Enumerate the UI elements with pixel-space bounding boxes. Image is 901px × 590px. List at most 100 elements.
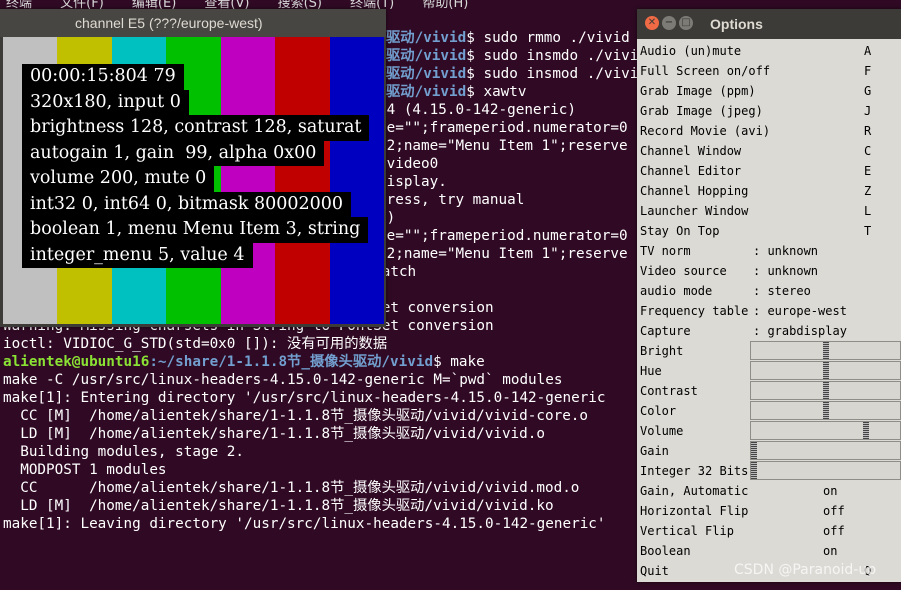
slider-thumb[interactable]: [823, 382, 829, 399]
menu-item[interactable]: Channel Editor E: [637, 161, 901, 181]
osd-line: brightness 128, contrast 128, saturat: [22, 115, 370, 141]
toggle-item[interactable]: Horizontal Flip off: [637, 501, 901, 521]
slider-row: Gain: [637, 441, 901, 461]
menu-item-label: Launcher Window: [640, 204, 749, 218]
shortcut-key: E: [864, 164, 872, 178]
slider-thumb[interactable]: [863, 422, 869, 439]
slider-label: Contrast: [640, 384, 698, 398]
command-text: $ sudo insmdo ./vivi: [466, 48, 639, 64]
slider-track[interactable]: [750, 401, 901, 420]
slider-thumb[interactable]: [823, 362, 829, 379]
slider-track[interactable]: [750, 421, 901, 440]
toggle-label: Boolean: [640, 544, 691, 558]
slider-track[interactable]: [750, 461, 901, 480]
prompt-path: 驱动/vivid: [386, 48, 467, 64]
terminal-line: LD [M] /home/alientek/share/1-1.1.8节_摄像头…: [3, 497, 554, 515]
options-titlebar[interactable]: ✕ − □ Options: [637, 9, 901, 39]
slider-thumb[interactable]: [751, 462, 757, 479]
osd-line: integer_menu 5, value 4: [22, 242, 253, 268]
terminal-line: make[1]: Leaving directory '/usr/src/lin…: [3, 515, 606, 533]
output-text: LD [M] /home/alientek/share/1-1.1.8节_摄像头…: [3, 426, 545, 442]
menu-item-label: Channel Hopping: [640, 184, 749, 198]
terminal-line: me="";frameperiod.numerator=0: [378, 227, 628, 245]
slider-thumb[interactable]: [823, 342, 829, 359]
output-text: =2;name="Menu Item 1";reserve: [378, 246, 628, 262]
slider-label: Volume: [640, 424, 684, 438]
osd-line: volume 200, mute 0: [22, 166, 215, 192]
slider-row: Volume: [637, 421, 901, 441]
setting-item[interactable]: TV norm: unknown: [637, 241, 901, 261]
toggle-item[interactable]: Gain, Automatic on: [637, 481, 901, 501]
slider-row: Hue: [637, 361, 901, 381]
setting-item[interactable]: audio mode : stereo: [637, 281, 901, 301]
slider-track[interactable]: [750, 361, 901, 380]
quit-label: Quit: [640, 564, 669, 578]
terminal-line: 64 (4.15.0-142-generic): [378, 101, 576, 119]
terminal-line: =2;name="Menu Item 1";reserve: [378, 245, 628, 263]
options-window[interactable]: ✕ − □ Options Audio (un)mute A Full Screen…: [637, 9, 901, 582]
shortcut-key: J: [864, 104, 872, 118]
menu-item[interactable]: Grab Image (ppm) G: [637, 81, 901, 101]
osd-line: int32 0, int64 0, bitmask 80002000: [22, 191, 352, 217]
menu-item[interactable]: Channel Hopping Z: [637, 181, 901, 201]
toggle-item[interactable]: Vertical Flip off: [637, 521, 901, 541]
menu-item[interactable]: Channel Window C: [637, 141, 901, 161]
slider-label: Bright: [640, 344, 684, 358]
output-text: me="";frameperiod.numerator=0: [378, 228, 628, 244]
maximize-icon[interactable]: □: [679, 16, 693, 30]
terminal-line: 驱动/vivid$ sudo insmdo ./vivi: [386, 47, 638, 65]
terminal-line: 驱动/vivid$ sudo insmod ./vivi: [386, 65, 638, 83]
shortcut-key: A: [864, 44, 872, 58]
slider-label: Integer 32 Bits: [640, 464, 749, 478]
setting-value: : stereo: [753, 284, 811, 298]
output-text: 64 (4.15.0-142-generic): [378, 102, 576, 118]
terminal-line: dress, try manual: [378, 191, 524, 209]
menu-item[interactable]: Stay On Top T: [637, 221, 901, 241]
terminal-line: 驱动/vivid$ sudo rmmo ./vivid: [386, 29, 630, 47]
shortcut-key: R: [864, 124, 872, 138]
menu-help[interactable]: 帮助(H): [422, 0, 468, 11]
slider-track[interactable]: [750, 341, 901, 360]
slider-thumb[interactable]: [751, 442, 757, 459]
shortcut-key: G: [864, 84, 872, 98]
setting-item[interactable]: Capture: grabdisplay: [637, 321, 901, 341]
setting-label: Frequency table: [640, 304, 749, 318]
command-text: $ make: [433, 354, 485, 370]
terminal-line: CC /home/alientek/share/1-1.1.8节_摄像头驱动/v…: [3, 479, 579, 497]
menu-item[interactable]: Launcher Window L: [637, 201, 901, 221]
osd-line: autogain 1, gain 99, alpha 0x00: [22, 140, 325, 166]
output-text: make[1]: Leaving directory '/usr/src/lin…: [3, 516, 606, 532]
output-text: display.: [378, 174, 447, 190]
shortcut-key: Z: [864, 184, 872, 198]
menu-item[interactable]: Record Movie (avi) R: [637, 121, 901, 141]
menu-item[interactable]: Audio (un)mute A: [637, 41, 901, 61]
output-text: make[1]: Entering directory '/usr/src/li…: [3, 390, 606, 406]
prompt-path: 驱动/vivid: [386, 30, 467, 46]
setting-item[interactable]: Frequency table: europe-west: [637, 301, 901, 321]
setting-label: audio mode: [640, 284, 713, 298]
terminal-line: 驱动/vivid$ xawtv: [386, 83, 527, 101]
slider-track[interactable]: [750, 441, 901, 460]
output-text: CC /home/alientek/share/1-1.1.8节_摄像头驱动/v…: [3, 480, 580, 496]
output-text: CC [M] /home/alientek/share/1-1.1.8节_摄像头…: [3, 408, 589, 424]
terminal-line: alientek@ubuntu16:~/share/1-1.1.8节_摄像头驱动…: [3, 353, 485, 371]
toggle-item[interactable]: Boolean on: [637, 541, 901, 561]
terminal-line: =2;name="Menu Item 1";reserve: [378, 137, 628, 155]
channel-window[interactable]: channel E5 (???/europe-west) 00:00:15:80…: [0, 9, 386, 327]
output-text: LD [M] /home/alientek/share/1-1.1.8节_摄像头…: [3, 498, 554, 514]
slider-thumb[interactable]: [823, 402, 829, 419]
terminal-line: display.: [378, 173, 447, 191]
menu-item[interactable]: Full Screen on/off F: [637, 61, 901, 81]
output-text: dress, try manual: [378, 192, 525, 208]
menu-item[interactable]: Grab Image (jpeg) J: [637, 101, 901, 121]
channel-titlebar[interactable]: channel E5 (???/europe-west): [0, 9, 386, 37]
minimize-icon[interactable]: −: [662, 16, 676, 30]
output-text: /video0: [378, 156, 439, 172]
toggle-value: on: [823, 544, 838, 558]
close-icon[interactable]: ✕: [645, 16, 659, 30]
output-text: me="";frameperiod.numerator=0: [378, 120, 628, 136]
osd-line: 320x180, input 0: [22, 89, 189, 115]
shortcut-key: F: [864, 64, 872, 78]
setting-item[interactable]: Video source: unknown: [637, 261, 901, 281]
slider-track[interactable]: [750, 381, 901, 400]
